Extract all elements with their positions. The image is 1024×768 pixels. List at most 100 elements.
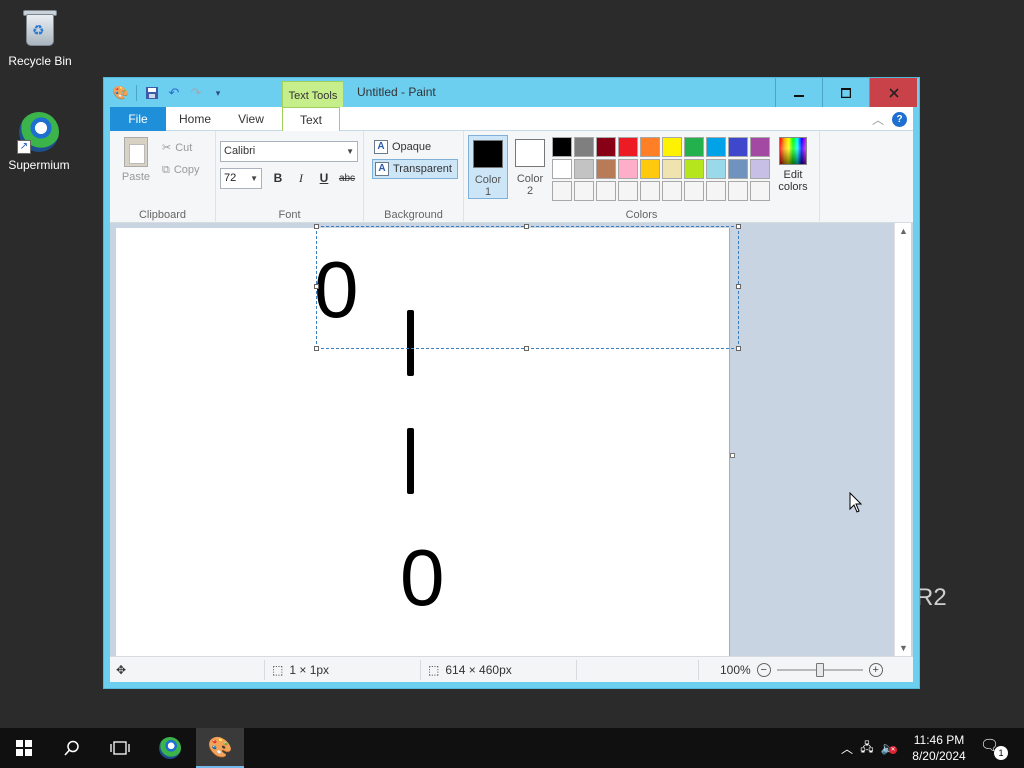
palette-color-swatch[interactable] [662,159,682,179]
title-bar[interactable]: 🎨 ↶ ↷ ▾ Text Tools Untitled - Paint [104,78,919,108]
recycle-bin-label: Recycle Bin [8,54,72,68]
customize-qat-icon[interactable]: ▾ [209,84,227,102]
undo-icon[interactable]: ↶ [165,84,183,102]
palette-color-swatch[interactable] [706,159,726,179]
save-icon[interactable] [143,84,161,102]
network-icon[interactable]: 🖧 [856,738,878,759]
zoom-out-button[interactable]: − [756,663,771,677]
minimize-ribbon-icon[interactable]: ︿ [872,111,884,128]
palette-color-swatch[interactable] [728,159,748,179]
text-selection-box[interactable] [314,224,741,351]
canvas-workspace: 0 0 ▲ ▼ [110,223,913,656]
close-button[interactable] [869,78,917,107]
palette-color-swatch[interactable] [640,137,660,157]
color-spectrum-icon [779,137,807,165]
palette-color-swatch[interactable] [662,137,682,157]
volume-muted-icon[interactable]: 🔈 ✕ [878,741,898,755]
palette-color-swatch[interactable] [750,137,770,157]
edit-colors-button[interactable]: Edit colors [770,137,816,193]
palette-color-swatch[interactable] [552,137,572,157]
desktop-icon-supermium[interactable]: ↗ Supermium [0,110,79,172]
bold-button[interactable]: B [268,168,288,189]
palette-color-swatch[interactable] [618,159,638,179]
transparent-button[interactable]: A Transparent [372,159,458,179]
help-icon[interactable]: ? [892,112,907,127]
task-view-button[interactable] [96,728,144,768]
desktop-icon-recycle-bin[interactable]: ♻ Recycle Bin [0,6,80,68]
scroll-up-icon[interactable]: ▲ [895,223,912,239]
taskbar-clock[interactable]: 11:46 PM 8/20/2024 [906,732,972,764]
tab-home[interactable]: Home [170,107,220,131]
palette-color-swatch[interactable] [640,181,660,201]
zoom-in-button[interactable]: + [868,663,883,677]
font-family-select[interactable]: Calibri ▼ [220,141,358,162]
vertical-scrollbar[interactable]: ▲ ▼ [894,223,911,656]
taskbar-supermium[interactable] [146,728,194,768]
paste-button[interactable]: Paste [118,137,154,183]
redo-icon[interactable]: ↷ [187,84,205,102]
zoom-level: 100% [720,663,751,677]
action-center-button[interactable]: 🗨 1 [980,736,1008,762]
show-hidden-icons-icon[interactable]: ︿ [838,740,856,757]
palette-color-swatch[interactable] [574,159,594,179]
start-button[interactable] [0,728,48,768]
palette-color-swatch[interactable] [662,181,682,201]
palette-color-swatch[interactable] [684,181,704,201]
strikethrough-button[interactable]: abc [337,168,357,189]
palette-color-swatch[interactable] [750,181,770,201]
zoom-slider-thumb[interactable] [815,663,824,677]
palette-color-swatch[interactable] [684,137,704,157]
palette-color-swatch[interactable] [552,159,572,179]
palette-color-swatch[interactable] [706,181,726,201]
drawing-canvas[interactable]: 0 0 [116,224,741,656]
image-size-value: 614 × 460px [445,663,512,677]
taskbar-paint[interactable]: 🎨 [196,728,244,768]
palette-color-swatch[interactable] [684,159,704,179]
copy-button[interactable]: ⧉ Copy [162,159,200,181]
palette-color-swatch[interactable] [750,159,770,179]
italic-button[interactable]: I [291,168,311,189]
palette-color-swatch[interactable] [596,137,616,157]
palette-color-swatch[interactable] [728,137,748,157]
selection-handle[interactable] [314,284,319,289]
selection-handle[interactable] [314,346,319,351]
tab-text[interactable]: Text [282,107,340,132]
selection-handle[interactable] [736,284,741,289]
search-button[interactable] [48,728,96,768]
palette-color-swatch[interactable] [728,181,748,201]
group-background: A Opaque A Transparent Background [364,131,464,223]
palette-color-swatch[interactable] [596,181,616,201]
color1-button[interactable]: Color 1 [468,135,508,199]
maximize-button[interactable] [822,78,869,107]
color2-button[interactable]: Color 2 [510,135,550,199]
palette-color-swatch[interactable] [706,137,726,157]
desktop-watermark: R2 [916,584,947,611]
selection-handle[interactable] [524,346,529,351]
canvas-resize-handle[interactable] [730,453,735,458]
selection-handle[interactable] [524,224,529,229]
font-size-select[interactable]: 72 ▼ [220,168,262,189]
palette-color-swatch[interactable] [618,137,638,157]
tab-view[interactable]: View [226,107,276,131]
palette-color-swatch[interactable] [574,137,594,157]
palette-color-swatch[interactable] [574,181,594,201]
underline-button[interactable]: U [314,168,334,189]
opaque-button[interactable]: A Opaque [372,137,458,157]
palette-color-swatch[interactable] [618,181,638,201]
selection-handle[interactable] [736,224,741,229]
cut-button[interactable]: ✂ Cut [162,137,200,159]
selection-handle[interactable] [314,224,319,229]
paint-app-icon[interactable]: 🎨 [112,84,130,102]
tab-file[interactable]: File [110,107,166,131]
chevron-down-icon: ▼ [346,147,354,156]
palette-color-swatch[interactable] [596,159,616,179]
selection-handle[interactable] [736,346,741,351]
scroll-down-icon[interactable]: ▼ [895,640,912,656]
chevron-down-icon: ▼ [250,174,258,183]
minimize-button[interactable] [775,78,822,107]
zoom-slider[interactable] [776,663,863,677]
palette-color-swatch[interactable] [640,159,660,179]
colors-group-label: Colors [625,209,658,221]
palette-color-swatch[interactable] [552,181,572,201]
status-bar: ✥ ⬚ 1 × 1px ⬚ 614 × 460px 100% − + [110,656,913,682]
